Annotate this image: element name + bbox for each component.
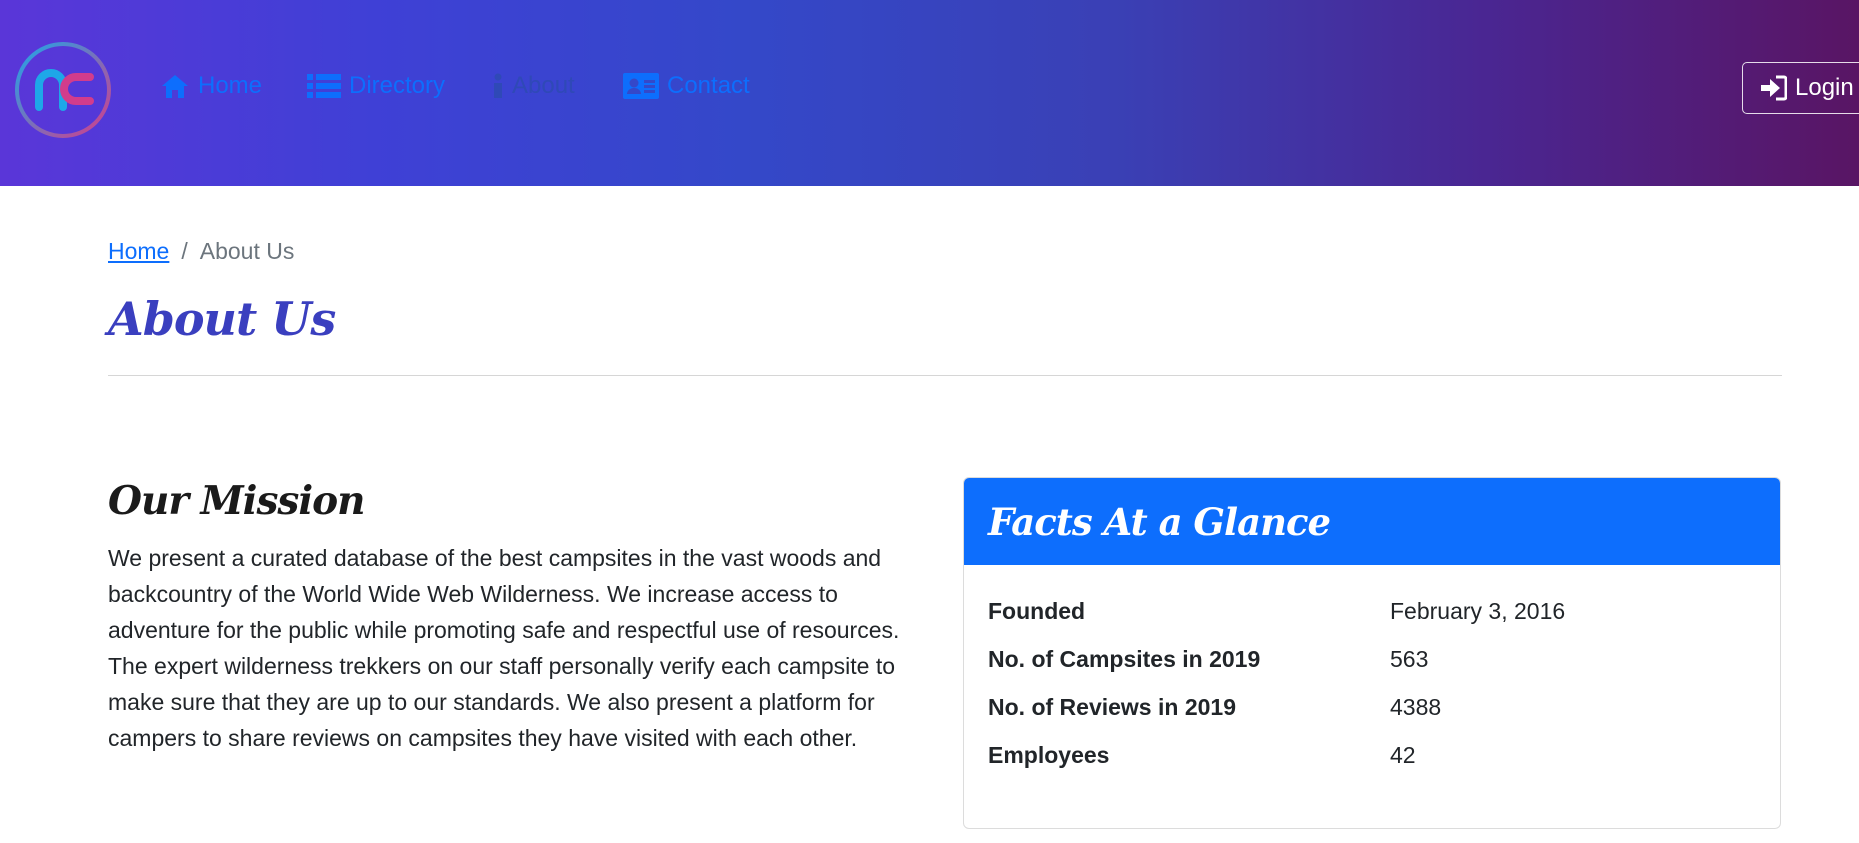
mission-text: We present a curated database of the bes… bbox=[108, 545, 900, 751]
nc-logo-icon bbox=[15, 42, 111, 138]
page-title: About Us bbox=[108, 292, 336, 346]
brand-logo[interactable] bbox=[14, 41, 112, 139]
breadcrumb-current: About Us bbox=[199, 238, 295, 264]
fact-value: 42 bbox=[1390, 741, 1416, 768]
fact-label: No. of Campsites in 2019 bbox=[988, 645, 1261, 672]
info-icon bbox=[494, 73, 502, 98]
fact-row-founded: Founded February 3, 2016 bbox=[988, 587, 1756, 635]
home-icon bbox=[162, 75, 188, 98]
facts-title: Facts At a Glance bbox=[988, 499, 1331, 544]
nav-contact[interactable]: Contact bbox=[623, 72, 750, 100]
fact-value: 563 bbox=[1390, 645, 1429, 672]
title-divider bbox=[108, 375, 1782, 376]
fact-label: Employees bbox=[988, 741, 1110, 768]
nav-about-label: About bbox=[512, 72, 575, 99]
fact-row-campsites: No. of Campsites in 2019 563 bbox=[988, 635, 1756, 683]
address-card-icon bbox=[623, 73, 659, 99]
nav-directory-label: Directory bbox=[349, 72, 446, 99]
fact-value: February 3, 2016 bbox=[1390, 597, 1566, 624]
login-button[interactable]: Login bbox=[1742, 62, 1859, 114]
mission-heading: Our Mission bbox=[108, 478, 366, 524]
facts-card-header: Facts At a Glance bbox=[964, 478, 1780, 565]
breadcrumb: Home / About Us bbox=[108, 238, 294, 265]
nav-directory[interactable]: Directory bbox=[307, 72, 445, 100]
fact-value: 4388 bbox=[1390, 693, 1442, 720]
fact-row-reviews: No. of Reviews in 2019 4388 bbox=[988, 683, 1756, 731]
sign-in-icon bbox=[1761, 75, 1787, 101]
nav-home[interactable]: Home bbox=[160, 72, 262, 100]
navbar: Home Directory About Contact Login bbox=[0, 0, 1859, 186]
list-icon bbox=[307, 74, 341, 98]
breadcrumb-home-link[interactable]: Home bbox=[108, 238, 169, 265]
fact-label: No. of Reviews in 2019 bbox=[988, 693, 1236, 720]
nav-contact-label: Contact bbox=[667, 72, 750, 99]
facts-card: Facts At a Glance Founded February 3, 20… bbox=[963, 477, 1781, 829]
fact-label: Founded bbox=[988, 597, 1086, 624]
facts-table: Founded February 3, 2016 No. of Campsite… bbox=[964, 565, 1780, 779]
nav-about[interactable]: About bbox=[492, 72, 575, 100]
fact-row-employees: Employees 42 bbox=[988, 731, 1756, 779]
breadcrumb-separator: / bbox=[181, 238, 188, 264]
login-label: Login bbox=[1795, 74, 1854, 101]
nav-home-label: Home bbox=[198, 72, 263, 99]
